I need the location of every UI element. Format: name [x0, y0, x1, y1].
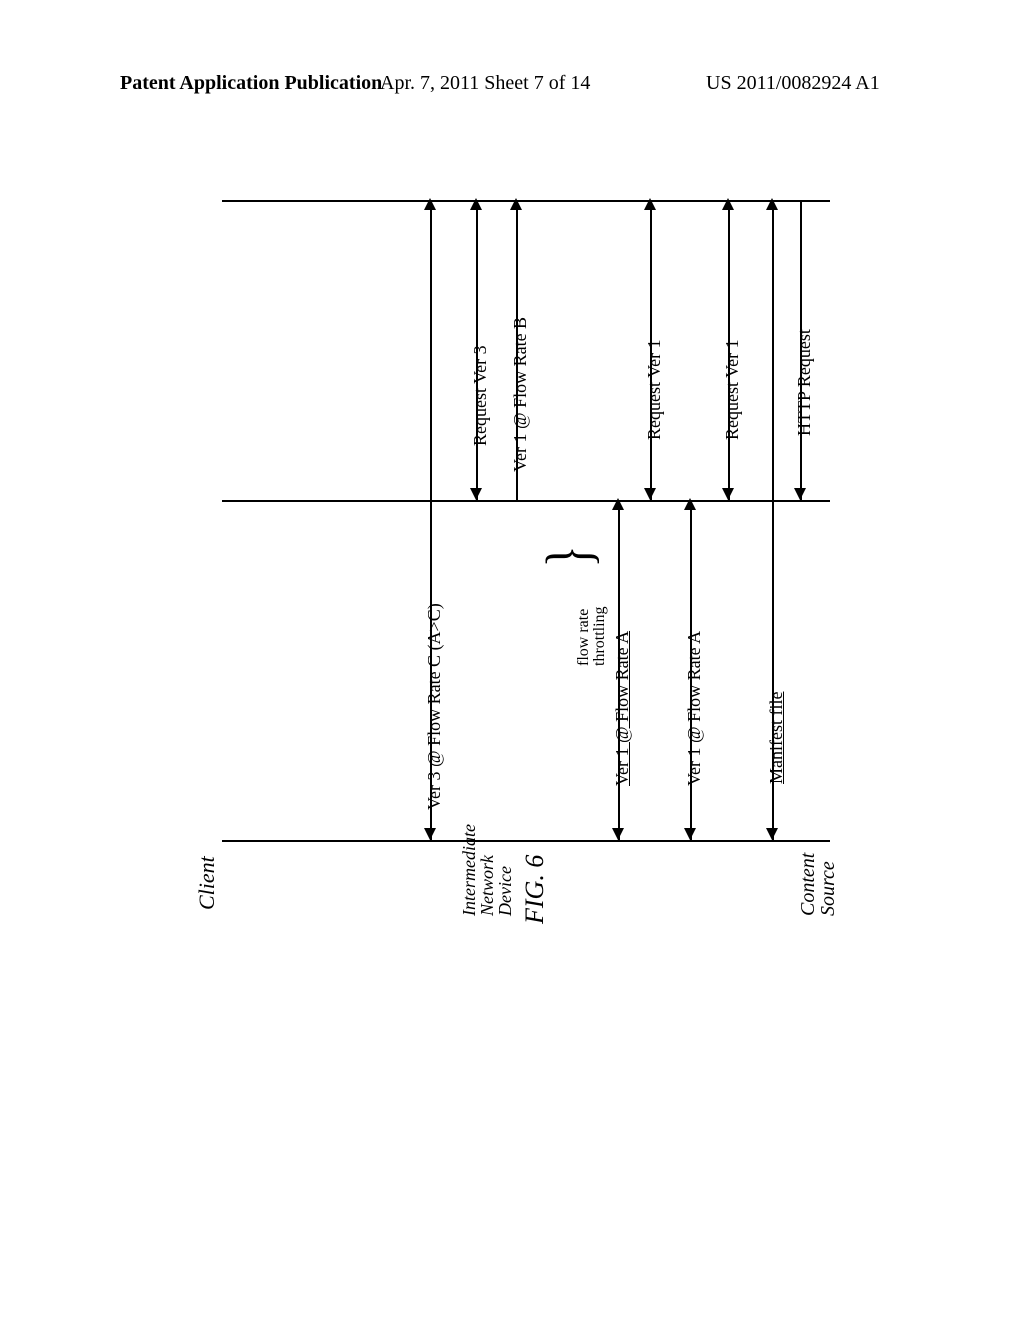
lifeline-client: Client	[194, 856, 220, 910]
sequence-diagram: Client Intermediate Network Device Conte…	[180, 200, 830, 920]
header-center: Apr. 7, 2011 Sheet 7 of 14	[380, 72, 590, 95]
msg-ver1-flowrate-a2: Ver 1 @ Flow Rate A	[612, 631, 633, 786]
lifeline-source-line	[222, 840, 830, 842]
arrow-up-icon	[424, 198, 436, 210]
arrow-up-icon	[722, 198, 734, 210]
header-right: US 2011/0082924 A1	[706, 72, 880, 95]
lifeline-intermediate-line	[222, 500, 830, 502]
page: Patent Application Publication Apr. 7, 2…	[0, 0, 1024, 1320]
lifeline-client-line	[222, 200, 830, 202]
msg-request-ver1-b: Request Ver 1	[644, 339, 665, 440]
msg1-tick	[800, 200, 802, 214]
msg-http-request: HTTP Request	[794, 329, 815, 436]
arrow-up-icon	[612, 498, 624, 510]
arrow-up-icon	[766, 198, 778, 210]
arrow-down-icon	[470, 488, 482, 500]
header-left: Patent Application Publication	[120, 72, 382, 95]
note-throttling: flow rate throttling	[576, 606, 608, 666]
msg-request-ver3: Request Ver 3	[470, 345, 491, 446]
arrow-down-icon	[612, 828, 624, 840]
arrow-down-icon	[794, 488, 806, 500]
lifeline-intermediate: Intermediate Network Device	[460, 824, 514, 916]
msg-ver1-flowrate-a: Ver 1 @ Flow Rate A	[684, 631, 705, 786]
lifeline-content-source: Content Source	[798, 853, 838, 916]
msg-request-ver1-a: Request Ver 1	[722, 339, 743, 440]
msg-ver3-flowrate-c: Ver 3 @ Flow Rate C (A>C)	[424, 603, 445, 810]
figure-caption: FIG. 6	[520, 855, 550, 924]
arrow-down-icon	[722, 488, 734, 500]
msg-ver1-flowrate-b: Ver 1 @ Flow Rate B	[510, 317, 531, 472]
arrow-down-icon	[424, 828, 436, 840]
arrow-down-icon	[684, 828, 696, 840]
msg-manifest-file: Manifest file	[766, 692, 787, 784]
brace-icon: }	[532, 545, 606, 567]
note-throttling-text: flow rate throttling	[575, 606, 608, 666]
arrow-down-icon	[644, 488, 656, 500]
arrow-up-icon	[510, 198, 522, 210]
arrow-up-icon	[644, 198, 656, 210]
arrow-up-icon	[470, 198, 482, 210]
arrow-down-icon	[766, 828, 778, 840]
lifeline-content-source-text: Content Source	[797, 853, 839, 916]
lifeline-intermediate-text: Intermediate Network Device	[459, 824, 515, 916]
arrow-up-icon	[684, 498, 696, 510]
